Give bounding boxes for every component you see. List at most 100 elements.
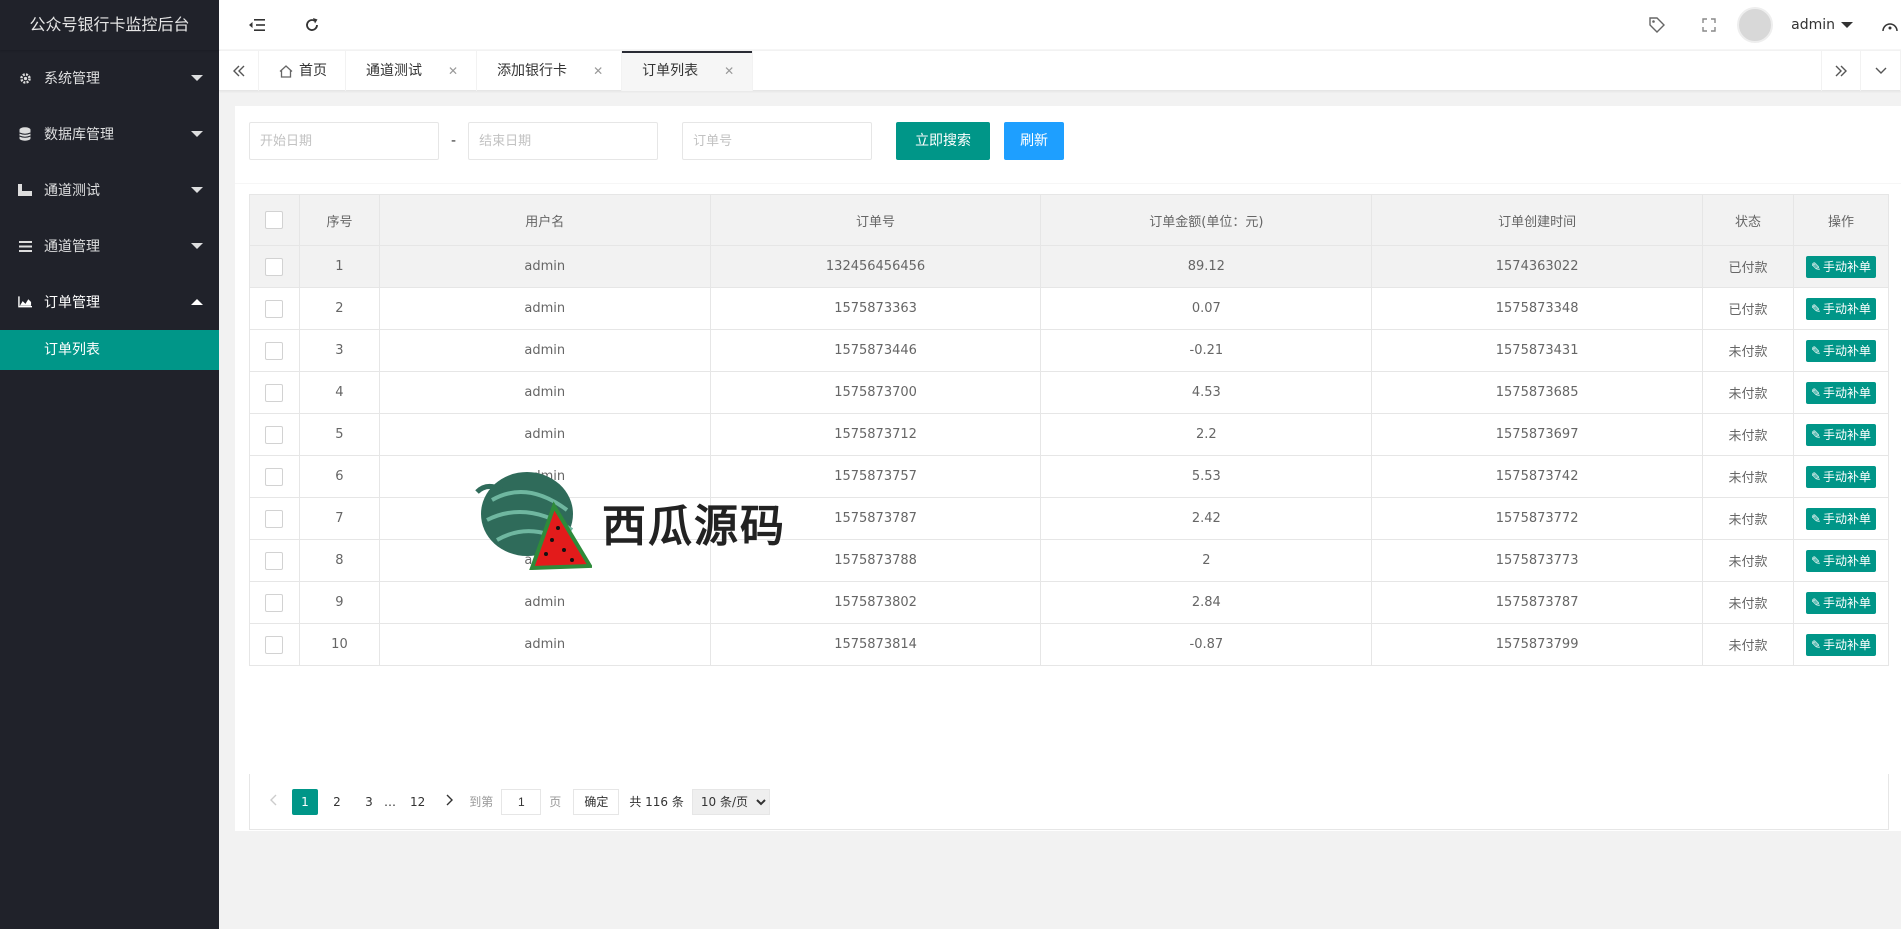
manual-supplement-button[interactable]: ✎ 手动补单 xyxy=(1805,297,1877,320)
row-select-cell[interactable] xyxy=(249,581,300,624)
cell-status: 未付款 xyxy=(1702,539,1794,582)
prev-page-icon[interactable] xyxy=(260,789,286,815)
tabs-scroll-right-icon[interactable] xyxy=(1821,51,1861,91)
row-checkbox[interactable] xyxy=(265,299,284,318)
goto-page-input[interactable] xyxy=(501,788,542,815)
start-date-input[interactable] xyxy=(249,122,439,160)
sidebar-item-channel-manage[interactable]: 通道管理 xyxy=(0,218,219,274)
row-select-cell[interactable] xyxy=(249,413,300,456)
fullscreen-icon[interactable] xyxy=(1689,0,1729,50)
cell-created-time: 1575873773 xyxy=(1371,539,1703,582)
select-all-cell[interactable] xyxy=(249,194,300,246)
manual-supplement-button[interactable]: ✎ 手动补单 xyxy=(1805,591,1877,614)
column-header[interactable]: 订单创建时间 xyxy=(1371,194,1703,246)
cell-username: admin xyxy=(378,623,711,666)
row-checkbox[interactable] xyxy=(265,635,284,654)
manual-supplement-button[interactable]: ✎ 手动补单 xyxy=(1805,423,1877,446)
column-header[interactable]: 订单号 xyxy=(709,194,1042,246)
order-number-input[interactable] xyxy=(682,122,873,160)
goto-confirm-button[interactable]: 确定 xyxy=(573,788,620,815)
avatar[interactable] xyxy=(1737,7,1774,43)
manual-supplement-button[interactable]: ✎ 手动补单 xyxy=(1805,507,1877,530)
manual-supplement-button[interactable]: ✎ 手动补单 xyxy=(1805,255,1877,278)
close-icon[interactable]: ✕ xyxy=(448,51,458,91)
chevron-up-icon xyxy=(191,299,203,305)
tabs-menu-icon[interactable] xyxy=(1861,51,1901,91)
cell-index: 3 xyxy=(298,329,380,372)
tab-order-list[interactable]: 订单列表 ✕ xyxy=(622,51,754,91)
sidebar-item-orders[interactable]: 订单管理 xyxy=(0,274,219,330)
select-all-checkbox[interactable] xyxy=(265,211,284,229)
next-page-icon[interactable] xyxy=(437,789,463,815)
search-button[interactable]: 立即搜索 xyxy=(896,122,991,160)
page-number[interactable]: 2 xyxy=(324,789,350,815)
cell-status: 未付款 xyxy=(1702,497,1794,540)
row-checkbox[interactable] xyxy=(265,383,284,402)
page-size-select[interactable]: 10 条/页 xyxy=(691,788,770,815)
row-select-cell[interactable] xyxy=(249,497,300,540)
refresh-button[interactable]: 刷新 xyxy=(1004,122,1065,160)
row-select-cell[interactable] xyxy=(249,539,300,582)
table-row[interactable]: 2 admin 1575873363 0.07 1575873348 已付款 ✎ 手动补单 xyxy=(249,287,1890,330)
page-number[interactable]: 3 xyxy=(356,789,382,815)
tabs-scroll-left-icon[interactable] xyxy=(219,51,259,91)
cell-actions: ✎ 手动补单 xyxy=(1792,455,1890,498)
table-row[interactable]: 3 admin 1575873446 -0.21 1575873431 未付款 ✎ 手动补单 xyxy=(249,329,1890,372)
row-select-cell[interactable] xyxy=(249,245,300,288)
close-icon[interactable]: ✕ xyxy=(724,51,734,91)
column-header[interactable]: 状态 xyxy=(1702,194,1794,246)
manual-supplement-button[interactable]: ✎ 手动补单 xyxy=(1805,633,1877,656)
chevron-down-icon[interactable] xyxy=(1841,22,1853,28)
menu-fold-icon[interactable] xyxy=(237,0,277,50)
row-checkbox[interactable] xyxy=(265,257,284,276)
end-date-input[interactable] xyxy=(468,122,659,160)
manual-supplement-button[interactable]: ✎ 手动补单 xyxy=(1805,339,1877,362)
row-checkbox[interactable] xyxy=(265,467,284,486)
database-icon xyxy=(18,127,32,141)
manual-supplement-button[interactable]: ✎ 手动补单 xyxy=(1805,465,1877,488)
row-checkbox[interactable] xyxy=(265,551,284,570)
row-select-cell[interactable] xyxy=(249,371,300,414)
cell-status: 未付款 xyxy=(1702,413,1794,456)
column-header[interactable]: 序号 xyxy=(298,194,380,246)
cell-created-time: 1575873787 xyxy=(1371,581,1703,624)
row-checkbox[interactable] xyxy=(265,341,284,360)
manual-supplement-button[interactable]: ✎ 手动补单 xyxy=(1805,549,1877,572)
tag-icon[interactable] xyxy=(1637,0,1677,50)
table-row[interactable]: 5 admin 1575873712 2.2 1575873697 未付款 ✎ 手动补单 xyxy=(249,413,1890,456)
cell-order-number: 1575873712 xyxy=(709,413,1042,456)
cell-index: 8 xyxy=(298,539,380,582)
sidebar-item-system[interactable]: 系统管理 xyxy=(0,50,219,106)
sidebar-item-channel-test[interactable]: 通道测试 xyxy=(0,162,219,218)
theme-icon[interactable] xyxy=(1881,17,1901,33)
table-row[interactable]: 9 admin 1575873802 2.84 1575873787 未付款 ✎ 手动补单 xyxy=(249,581,1890,624)
row-checkbox[interactable] xyxy=(265,593,284,612)
page-number[interactable]: 1 xyxy=(292,788,318,815)
table-row[interactable]: 1 admin 132456456456 89.12 1574363022 已付款 ✎ 手动补… xyxy=(249,245,1890,288)
refresh-icon[interactable] xyxy=(292,0,332,50)
manual-supplement-button[interactable]: ✎ 手动补单 xyxy=(1805,381,1877,404)
tab-home[interactable]: 首页 xyxy=(259,51,346,91)
page-number[interactable]: 12 xyxy=(404,789,431,815)
tab-add-bank-card[interactable]: 添加银行卡 ✕ xyxy=(477,51,623,91)
row-checkbox[interactable] xyxy=(265,509,284,528)
table-row[interactable]: 4 admin 1575873700 4.53 1575873685 未付款 ✎ 手动补单 xyxy=(249,371,1890,414)
pencil-icon: ✎ xyxy=(1810,595,1821,610)
cell-created-time: 1575873348 xyxy=(1371,287,1703,330)
row-select-cell[interactable] xyxy=(249,623,300,666)
close-icon[interactable]: ✕ xyxy=(593,51,603,91)
table-row[interactable]: 10 admin 1575873814 -0.87 1575873799 未付款 ✎ 手动补单 xyxy=(249,623,1890,666)
column-header[interactable]: 操作 xyxy=(1792,194,1890,246)
tab-channel-test[interactable]: 通道测试 ✕ xyxy=(346,51,478,91)
sidebar-item-database[interactable]: 数据库管理 xyxy=(0,106,219,162)
chevron-down-icon xyxy=(191,131,203,137)
column-header[interactable]: 订单金额(单位：元) xyxy=(1040,194,1373,246)
row-select-cell[interactable] xyxy=(249,287,300,330)
row-select-cell[interactable] xyxy=(249,455,300,498)
user-name[interactable]: admin xyxy=(1791,17,1835,33)
sidebar-subitem-order-list[interactable]: 订单列表 xyxy=(0,330,219,370)
pencil-icon: ✎ xyxy=(1810,343,1821,358)
row-checkbox[interactable] xyxy=(265,425,284,444)
row-select-cell[interactable] xyxy=(249,329,300,372)
column-header[interactable]: 用户名 xyxy=(378,194,711,246)
